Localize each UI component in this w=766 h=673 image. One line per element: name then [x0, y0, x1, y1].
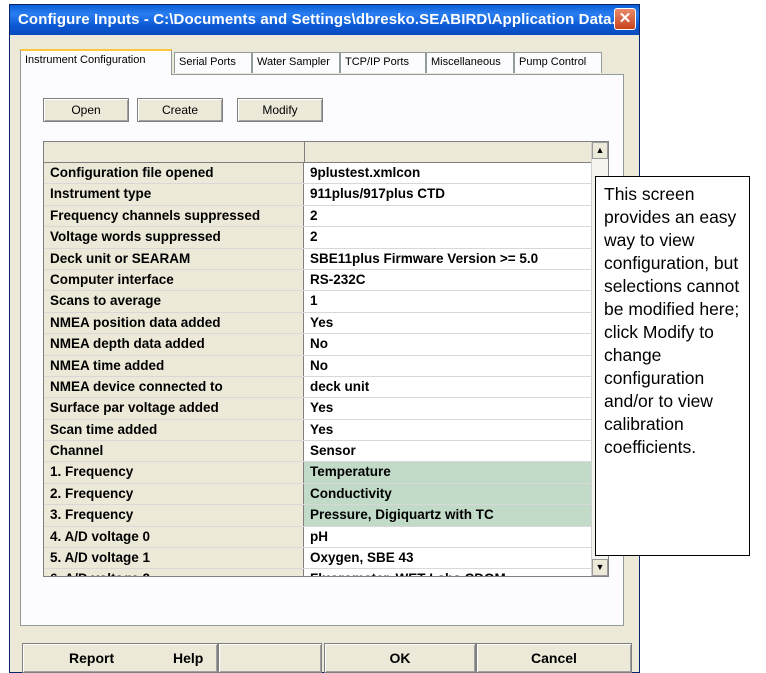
- row-label: NMEA position data added: [44, 312, 304, 334]
- help-button[interactable]: [218, 643, 322, 673]
- row-value: Temperature: [304, 462, 593, 483]
- modify-button[interactable]: Modify: [237, 98, 323, 122]
- scroll-down-arrow-icon[interactable]: ▼: [592, 559, 608, 576]
- row-label: Scan time added: [44, 419, 304, 441]
- table-row[interactable]: Frequency channels suppressed 2: [44, 205, 593, 228]
- table-row[interactable]: 6. A/D voltage 2Fluorometer, WET Labs CD…: [44, 569, 593, 576]
- table-row[interactable]: NMEA depth data added No: [44, 334, 593, 356]
- row-label: NMEA time added: [44, 355, 304, 376]
- create-button[interactable]: Create: [137, 98, 223, 122]
- table-row[interactable]: 5. A/D voltage 1 Oxygen, SBE 43: [44, 548, 593, 570]
- tab-pump-control[interactable]: Pump Control: [514, 52, 602, 73]
- help-button-label: Help: [173, 650, 204, 666]
- row-value: 1: [310, 293, 318, 309]
- row-label: Channel: [44, 441, 304, 462]
- row-label: 4. A/D voltage 0: [44, 526, 304, 548]
- table-row[interactable]: 1. Frequency Temperature: [44, 462, 593, 484]
- row-label: Instrument type: [44, 184, 304, 205]
- row-label: NMEA depth data added: [44, 334, 304, 355]
- grid-header-row: [44, 142, 593, 163]
- table-row[interactable]: NMEA position data added Yes: [44, 312, 593, 335]
- table-row[interactable]: 4. A/D voltage 0 pH: [44, 526, 593, 549]
- table-row[interactable]: 3. Frequency Pressure, Digiquartz with TC: [44, 505, 593, 527]
- table-row[interactable]: Channel Sensor: [44, 441, 593, 463]
- row-value: Fluorometer, WET Labs CDOM: [304, 569, 593, 576]
- row-value: Conductivity: [304, 483, 593, 505]
- close-button[interactable]: ✕: [614, 8, 636, 30]
- tab-serial-ports[interactable]: Serial Ports: [174, 52, 252, 73]
- grid-rows: Configuration file opened 9plustest.xmlco…: [44, 163, 593, 576]
- row-label: NMEA device connected to: [44, 376, 304, 398]
- scroll-up-arrow-icon[interactable]: ▲: [592, 142, 608, 159]
- configuration-grid: Configuration file opened 9plustest.xmlco…: [43, 141, 609, 577]
- row-label: 5. A/D voltage 1: [44, 548, 304, 569]
- tab-instrument-configuration[interactable]: Instrument Configuration: [20, 49, 172, 75]
- row-label: Configuration file opened: [44, 163, 304, 184]
- table-row[interactable]: NMEA time added No: [44, 355, 593, 377]
- report-button-label: Report: [69, 650, 115, 666]
- row-label: Deck unit or SEARAM: [44, 248, 304, 269]
- report-button[interactable]: Report Help: [22, 643, 218, 673]
- row-value: Yes: [310, 421, 334, 437]
- row-label: 1. Frequency: [44, 462, 304, 483]
- table-row[interactable]: Deck unit or SEARAM SBE11plus Firmware Ve…: [44, 248, 593, 270]
- row-value: Sensor: [310, 443, 356, 459]
- row-label: Scans to average: [44, 291, 304, 312]
- table-row[interactable]: Instrument type 911plus/917plus CTD: [44, 184, 593, 206]
- open-button[interactable]: Open: [43, 98, 129, 122]
- row-label: Computer interface: [44, 269, 304, 291]
- row-value: pH: [310, 528, 328, 544]
- window-title: Configure Inputs - C:\Documents and Sett…: [18, 11, 625, 28]
- title-bar[interactable]: Configure Inputs - C:\Documents and Sett…: [10, 5, 639, 35]
- row-value: 2: [310, 207, 318, 223]
- row-value: RS-232C: [310, 271, 366, 287]
- table-row[interactable]: NMEA device connected to deck unit: [44, 376, 593, 399]
- row-label: 6. A/D voltage 2: [44, 569, 304, 576]
- row-value: 911plus/917plus CTD: [310, 186, 446, 202]
- row-label: Voltage words suppressed: [44, 227, 304, 248]
- row-value: Yes: [310, 314, 334, 330]
- table-row[interactable]: Scans to average 1: [44, 291, 593, 313]
- row-value: deck unit: [310, 378, 370, 394]
- row-label: 2. Frequency: [44, 483, 304, 505]
- table-row[interactable]: Computer interface RS-232C: [44, 269, 593, 292]
- annotation-callout: This screen provides an easy way to view…: [595, 176, 750, 556]
- row-value: No: [310, 357, 328, 373]
- row-value: No: [310, 336, 328, 352]
- cancel-button[interactable]: Cancel: [476, 643, 632, 673]
- table-row[interactable]: Voltage words suppressed 2: [44, 227, 593, 249]
- row-label: Surface par voltage added: [44, 398, 304, 419]
- row-value: Pressure, Digiquartz with TC: [304, 505, 593, 526]
- row-value: Oxygen, SBE 43: [310, 550, 414, 566]
- table-row[interactable]: 2. Frequency Conductivity: [44, 483, 593, 506]
- row-value: Yes: [310, 400, 334, 416]
- row-value: 9plustest.xmlcon: [310, 165, 421, 180]
- grid-header-cell: [44, 142, 305, 162]
- row-value: SBE11plus Firmware Version >= 5.0: [310, 250, 539, 266]
- row-value: 2: [310, 229, 318, 245]
- tab-miscellaneous[interactable]: Miscellaneous: [426, 52, 514, 73]
- row-label: 3. Frequency: [44, 505, 304, 526]
- table-row[interactable]: Configuration file opened 9plustest.xmlco…: [44, 163, 593, 185]
- tab-tcp-ip-ports[interactable]: TCP/IP Ports: [340, 52, 426, 73]
- configure-inputs-dialog: Configure Inputs - C:\Documents and Sett…: [9, 4, 640, 673]
- ok-button[interactable]: OK: [324, 643, 476, 673]
- row-label: Frequency channels suppressed: [44, 205, 304, 227]
- instrument-configuration-panel: Open Create Modify Configuration file op…: [20, 74, 624, 626]
- tab-water-sampler[interactable]: Water Sampler: [252, 52, 340, 73]
- table-row[interactable]: Surface par voltage added Yes: [44, 398, 593, 420]
- table-row[interactable]: Scan time added Yes: [44, 419, 593, 442]
